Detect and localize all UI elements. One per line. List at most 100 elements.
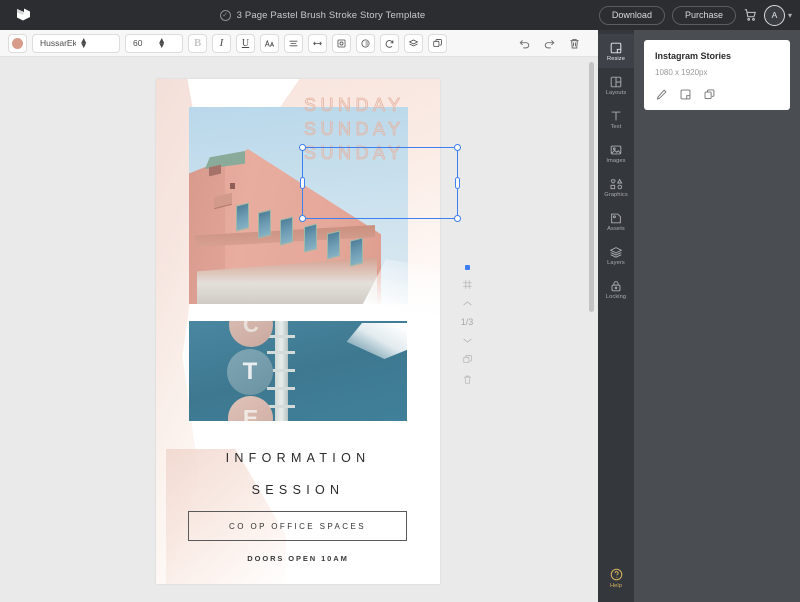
sidebar-item-locking[interactable]: Locking (598, 272, 634, 306)
resize-handle-bottom-right[interactable] (454, 215, 461, 222)
text-align-icon[interactable] (284, 34, 303, 53)
cta-label: CO OP OFFICE SPACES (229, 522, 366, 531)
chevron-up-icon[interactable] (462, 299, 473, 308)
letter-spacing-icon[interactable] (308, 34, 327, 53)
sign-rung (267, 335, 295, 338)
sidebar-item-text[interactable]: Text (598, 102, 634, 136)
trash-icon[interactable] (462, 374, 473, 385)
sign-letter-disc: T (227, 349, 273, 395)
sidebar-label-graphics: Graphics (604, 192, 628, 198)
resize-icon (609, 41, 623, 55)
card-actions (655, 88, 779, 101)
help-button[interactable]: Help (598, 560, 634, 596)
font-family-select[interactable]: HussarEkologic... ▲▼ (32, 34, 120, 53)
canvas-size-card: Instagram Stories 1080 x 1920px (644, 40, 790, 110)
sidebar-label-resize: Resize (607, 56, 625, 62)
layers-icon (609, 245, 623, 259)
window (258, 209, 271, 238)
page-title-line1: INFORMATION (156, 451, 440, 465)
chevron-down-icon[interactable] (462, 336, 473, 345)
window (280, 216, 293, 245)
lock-icon (609, 279, 623, 293)
layers-icon[interactable] (404, 34, 423, 53)
leaf-logo-icon (13, 5, 33, 25)
canvas-scrollbar[interactable] (589, 62, 594, 312)
footer-note: DOORS OPEN 10AM (156, 554, 440, 563)
sidebar-label-text: Text (611, 124, 622, 130)
trash-icon[interactable] (564, 33, 584, 53)
sidebar-label-images: Images (606, 158, 625, 164)
duplicate-icon[interactable] (428, 34, 447, 53)
wall-detail (230, 183, 235, 189)
download-button[interactable]: Download (599, 6, 665, 25)
opacity-icon[interactable] (356, 34, 375, 53)
sign-rung (267, 387, 295, 390)
canvas-area[interactable]: C T E SUNDAY SUNDAY SUNDAY INFORMATION S… (0, 57, 598, 602)
chevron-down-icon[interactable]: ▾ (788, 11, 792, 20)
design-page[interactable]: C T E SUNDAY SUNDAY SUNDAY INFORMATION S… (156, 79, 440, 584)
resize-icon[interactable] (679, 88, 692, 101)
help-label: Help (610, 583, 622, 589)
page-title-line2: SESSION (156, 483, 440, 497)
avatar[interactable]: A (764, 5, 785, 26)
shopping-cart-icon[interactable] (743, 8, 757, 22)
window (304, 223, 317, 252)
assets-icon (609, 211, 623, 225)
duplicate-icon[interactable] (703, 88, 716, 101)
sign-rung (267, 405, 295, 408)
sunday-line: SUNDAY (304, 120, 440, 138)
sidebar-item-resize[interactable]: Resize (598, 34, 634, 68)
sidebar-label-locking: Locking (606, 294, 626, 300)
window (350, 237, 363, 266)
sidebar-item-assets[interactable]: Assets (598, 204, 634, 238)
font-size-select[interactable]: 60 ▲▼ (125, 34, 183, 53)
sidebar-item-layers[interactable]: Layers (598, 238, 634, 272)
app-header: ✓ 3 Page Pastel Brush Stroke Story Templ… (0, 0, 800, 30)
sunday-line: SUNDAY (304, 144, 440, 162)
card-title: Instagram Stories (655, 51, 779, 61)
sign-rung (267, 351, 295, 354)
duplicate-page-icon[interactable] (462, 354, 473, 365)
resize-handle-top-right[interactable] (454, 144, 461, 151)
italic-button[interactable]: I (212, 34, 231, 53)
effects-icon[interactable] (332, 34, 351, 53)
card-dimensions: 1080 x 1920px (655, 68, 779, 77)
layouts-icon (609, 75, 623, 89)
page-navigation: 1/3 (456, 265, 478, 385)
window (236, 202, 249, 231)
question-circle-icon (609, 567, 624, 582)
user-menu[interactable]: A ▾ (764, 5, 792, 26)
text-color-swatch[interactable] (8, 34, 27, 53)
purchase-button[interactable]: Purchase (672, 6, 736, 25)
redo-icon[interactable] (539, 33, 559, 53)
text-toolbar: HussarEkologic... ▲▼ 60 ▲▼ B I U (0, 30, 598, 57)
grid-icon[interactable] (462, 279, 473, 290)
page-dot-icon[interactable] (465, 265, 470, 270)
app-logo[interactable] (0, 0, 46, 30)
font-size-value: 60 (133, 38, 154, 48)
tool-rail: Resize Layouts Text Images Graphics Asse… (598, 30, 634, 602)
sidebar-label-layouts: Layouts (606, 90, 627, 96)
sidebar-item-layouts[interactable]: Layouts (598, 68, 634, 102)
sidebar-item-images[interactable]: Images (598, 136, 634, 170)
sidebar-item-graphics[interactable]: Graphics (598, 170, 634, 204)
graphics-icon (609, 177, 624, 191)
chevron-updown-icon: ▲▼ (80, 38, 116, 47)
resize-handle-middle-right[interactable] (455, 177, 460, 189)
sunday-line: SUNDAY (304, 96, 440, 114)
document-title: 3 Page Pastel Brush Stroke Story Templat… (237, 10, 426, 21)
undo-icon[interactable] (514, 33, 534, 53)
cta-box[interactable]: CO OP OFFICE SPACES (188, 511, 407, 541)
bold-button[interactable]: B (188, 34, 207, 53)
check-circle-icon: ✓ (220, 10, 231, 21)
chevron-updown-icon: ▲▼ (158, 38, 179, 47)
sunday-text-element[interactable]: SUNDAY SUNDAY SUNDAY (304, 96, 440, 162)
pencil-icon[interactable] (655, 88, 668, 101)
page-counter: 1/3 (461, 317, 474, 327)
font-case-icon[interactable] (260, 34, 279, 53)
text-icon (609, 109, 623, 123)
window (327, 230, 340, 259)
photo-hotel-sign[interactable]: C T E (189, 321, 407, 421)
rotate-icon[interactable] (380, 34, 399, 53)
underline-button[interactable]: U (236, 34, 255, 53)
